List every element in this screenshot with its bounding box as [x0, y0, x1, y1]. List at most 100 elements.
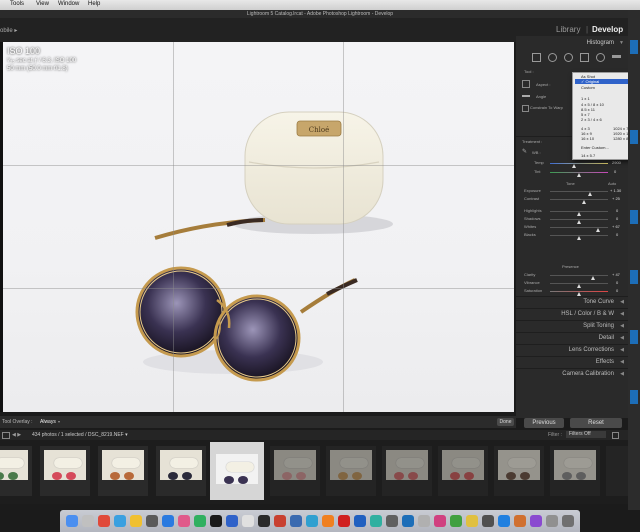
lightroom-icon[interactable] [290, 515, 302, 527]
app-icon[interactable] [322, 515, 334, 527]
auto-button[interactable]: Auto [608, 181, 616, 186]
app-icon[interactable] [370, 515, 382, 527]
adjustment-brush-icon[interactable] [612, 55, 621, 58]
contrast-knob[interactable] [582, 200, 586, 204]
whites-knob[interactable] [596, 228, 600, 232]
app-icon[interactable] [98, 515, 110, 527]
blacks-knob[interactable] [577, 236, 581, 240]
filmstrip-thumb[interactable] [98, 446, 148, 496]
grid-view-icon[interactable] [2, 432, 10, 439]
app-icon[interactable] [226, 515, 238, 527]
constrain-checkbox[interactable] [522, 105, 529, 112]
app-icon[interactable] [482, 515, 494, 527]
straighten-tool-icon[interactable] [522, 95, 530, 97]
app-icon[interactable] [498, 515, 510, 527]
highlights-value[interactable]: 0 [616, 208, 618, 213]
menu-item[interactable]: 14 x 5.7 [581, 153, 595, 158]
histogram-header[interactable]: Histogram ▼ [516, 38, 628, 48]
whites-value[interactable]: + 67 [612, 224, 620, 229]
app-icon[interactable] [146, 515, 158, 527]
radial-filter-icon[interactable] [596, 53, 605, 62]
trash-icon[interactable] [562, 515, 574, 527]
highlights-knob[interactable] [577, 212, 581, 216]
temp-knob[interactable] [572, 164, 576, 168]
app-icon[interactable] [402, 515, 414, 527]
module-fragment[interactable]: obile ▸ [0, 27, 17, 34]
filmstrip-thumb[interactable] [270, 446, 320, 496]
shadows-value[interactable]: 0 [616, 216, 618, 221]
menu-item[interactable]: 1 x 1 [581, 96, 590, 101]
exposure-knob[interactable] [588, 192, 592, 196]
temp-slider[interactable] [550, 163, 608, 164]
section-split-toning[interactable]: Split Toning ◀ [516, 320, 628, 332]
filter-select[interactable]: Filters Off [566, 431, 606, 438]
filmstrip-thumb[interactable] [326, 446, 376, 496]
exposure-slider[interactable] [550, 191, 608, 192]
app-icon[interactable] [434, 515, 446, 527]
vibrance-value[interactable]: 0 [616, 280, 618, 285]
app-icon[interactable] [258, 515, 270, 527]
menu-item[interactable]: Enter Custom... [581, 145, 609, 150]
tab-library[interactable]: Library [556, 25, 580, 34]
downloads-icon[interactable] [546, 515, 558, 527]
app-icon[interactable] [466, 515, 478, 527]
section-effects[interactable]: Effects ◀ [516, 356, 628, 368]
launchpad-icon[interactable] [82, 515, 94, 527]
exposure-value[interactable]: + 1.30 [610, 188, 621, 193]
filmstrip-thumb-selected[interactable] [210, 442, 264, 500]
filmstrip-thumb[interactable] [550, 446, 600, 496]
app-icon[interactable] [162, 515, 174, 527]
tint-knob[interactable] [577, 173, 581, 177]
filmstrip-thumb[interactable] [0, 446, 32, 496]
filmstrip[interactable] [0, 440, 628, 504]
shadows-knob[interactable] [577, 220, 581, 224]
clarity-value[interactable]: + 47 [612, 272, 620, 277]
nav-arrows-icon[interactable]: ◀ ▶ [12, 432, 21, 438]
app-icon[interactable] [418, 515, 430, 527]
clarity-slider[interactable] [550, 275, 608, 276]
temp-value[interactable]: 2900 [612, 160, 621, 165]
crop-tool-icon[interactable] [532, 53, 541, 62]
section-lens-corrections[interactable]: Lens Corrections ◀ [516, 344, 628, 356]
section-tone-curve[interactable]: Tone Curve ◀ [516, 296, 628, 308]
chevron-down-icon[interactable]: ▾ [58, 419, 60, 424]
filmstrip-thumb[interactable] [40, 446, 90, 496]
app-icon[interactable] [386, 515, 398, 527]
app-icon[interactable] [450, 515, 462, 527]
menu-view[interactable]: View [36, 1, 49, 7]
app-icon[interactable] [306, 515, 318, 527]
app-icon[interactable] [338, 515, 350, 527]
menu-window[interactable]: Window [58, 1, 79, 7]
reset-button[interactable]: Reset [570, 418, 622, 428]
filmstrip-thumb[interactable] [382, 446, 432, 496]
tool-overlay-select[interactable]: Always [40, 419, 56, 425]
previous-button[interactable]: Previous [524, 418, 564, 428]
menu-item[interactable]: Custom [581, 85, 595, 90]
saturation-value[interactable]: 0 [616, 288, 618, 293]
menu-help[interactable]: Help [88, 1, 100, 7]
menu-item[interactable]: 2 x 3 / 4 x 6 [581, 117, 602, 122]
filmstrip-thumb[interactable] [438, 446, 488, 496]
contrast-slider[interactable] [550, 199, 608, 200]
clarity-knob[interactable] [591, 276, 595, 280]
app-icon[interactable] [530, 515, 542, 527]
eyedropper-icon[interactable]: ✎ [522, 148, 528, 155]
filmstrip-thumb[interactable] [156, 446, 206, 496]
app-icon[interactable] [194, 515, 206, 527]
filmstrip-thumb[interactable] [606, 446, 628, 496]
contrast-value[interactable]: + 25 [612, 196, 620, 201]
app-icon[interactable] [274, 515, 286, 527]
photo-canvas[interactable]: Chloé ISO 100 ¹⁄₂₅ sec at ƒ / 6.3, ISO 1… [3, 42, 514, 412]
spot-removal-icon[interactable] [548, 53, 557, 62]
blacks-value[interactable]: 0 [616, 232, 618, 237]
section-detail[interactable]: Detail ◀ [516, 332, 628, 344]
filmstrip-thumb[interactable] [494, 446, 544, 496]
lock-icon[interactable] [612, 432, 619, 439]
menu-item[interactable]: 16 x 10 [581, 136, 594, 141]
tint-value[interactable]: 0 [614, 169, 616, 174]
menu-tools[interactable]: Tools [10, 1, 24, 7]
app-icon[interactable] [514, 515, 526, 527]
app-icon[interactable] [178, 515, 190, 527]
red-eye-icon[interactable] [564, 53, 573, 62]
safari-icon[interactable] [114, 515, 126, 527]
